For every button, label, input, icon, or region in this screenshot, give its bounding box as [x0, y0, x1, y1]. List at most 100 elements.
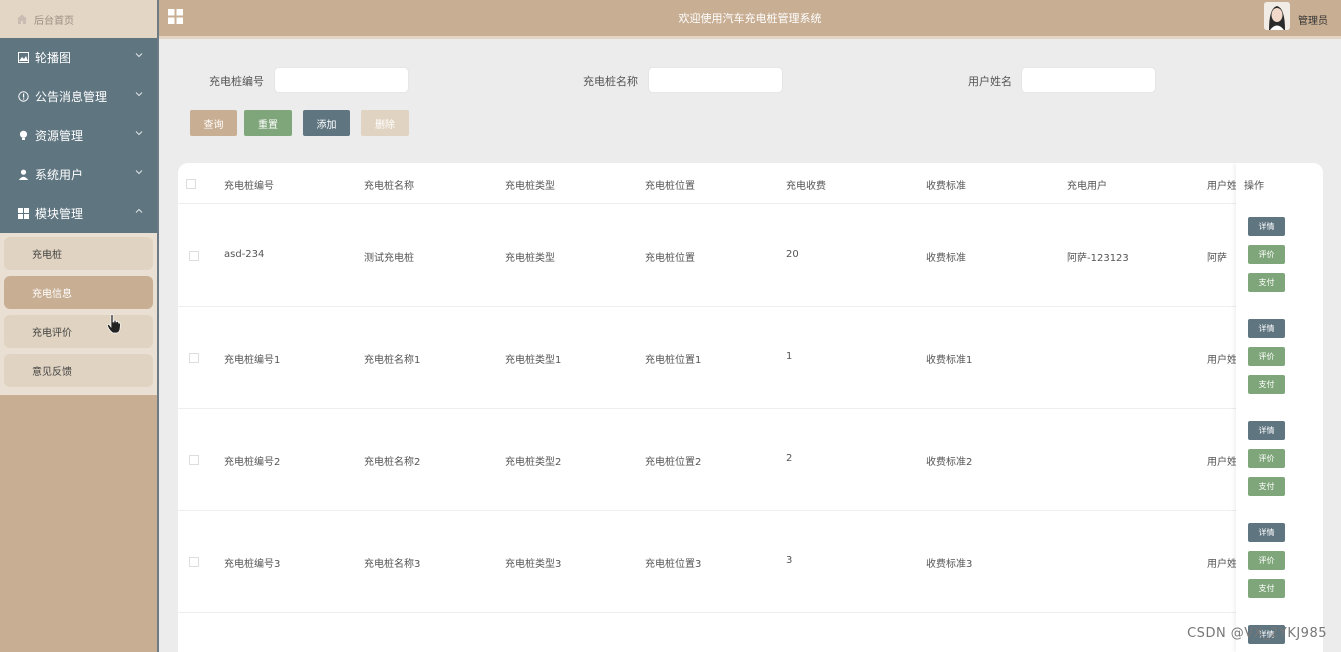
column-header: 充电桩位置 — [645, 181, 695, 192]
add-button[interactable]: 添加 — [303, 110, 350, 136]
review-button[interactable]: 评价 — [1248, 551, 1285, 570]
table-row: asd-234 测试充电桩 充电桩类型 充电桩位置 20 收费标准 阿萨-123… — [178, 204, 1323, 307]
column-header: 充电用户 — [1067, 181, 1107, 192]
cell-number: 充电桩编号1 — [224, 355, 281, 366]
cell-number: 充电桩编号2 — [224, 457, 281, 468]
query-button[interactable]: 查询 — [190, 110, 237, 136]
cell-location: 充电桩位置3 — [645, 559, 702, 570]
search-bar: 充电桩编号 充电桩名称 用户姓名 查询 重置 添加 删除 — [159, 39, 1341, 159]
detail-button[interactable]: 详情 — [1248, 319, 1285, 338]
reset-button[interactable]: 重置 — [244, 110, 292, 136]
cell-location: 充电桩位置2 — [645, 457, 702, 468]
sidebar: 后台首页 轮播图 公告消息管理 资源管理 系统用户 模块管理 充电桩 充电信息 … — [0, 0, 159, 652]
sidebar-item-system-users[interactable]: 系统用户 — [0, 155, 157, 194]
cell-user-name: 用户姓名1 — [1207, 355, 1236, 366]
row-checkbox[interactable] — [189, 251, 199, 261]
sidebar-item-resources[interactable]: 资源管理 — [0, 116, 157, 155]
cell-type: 充电桩类型1 — [505, 355, 562, 366]
row-checkbox[interactable] — [189, 455, 199, 465]
cell-number: 充电桩编号3 — [224, 559, 281, 570]
submenu-item-charging-review[interactable]: 充电评价 — [4, 315, 153, 348]
submenu-item-charging-info[interactable]: 充电信息 — [4, 276, 153, 309]
review-button[interactable]: 评价 — [1248, 347, 1285, 366]
cell-fee: 3 — [786, 555, 793, 566]
cell-name: 充电桩名称3 — [364, 559, 421, 570]
table-header: 充电桩编号 充电桩名称 充电桩类型 充电桩位置 充电收费 收费标准 充电用户 用… — [178, 163, 1323, 204]
column-header: 操作 — [1244, 181, 1264, 192]
chevron-down-icon — [135, 170, 143, 175]
cell-user-name: 用户姓名2 — [1207, 457, 1236, 468]
data-table: 充电桩编号 充电桩名称 充电桩类型 充电桩位置 充电收费 收费标准 充电用户 用… — [178, 163, 1323, 652]
sidebar-item-label: 轮播图 — [35, 51, 72, 65]
chevron-down-icon — [135, 53, 143, 58]
user-name[interactable]: 管理员 — [1298, 12, 1328, 27]
row-checkbox[interactable] — [189, 557, 199, 567]
column-header: 充电桩编号 — [224, 181, 274, 192]
review-button[interactable]: 评价 — [1248, 449, 1285, 468]
home-link[interactable]: 后台首页 — [0, 0, 157, 38]
field3-label: 用户姓名 — [968, 75, 1012, 88]
cell-user-name: 用户姓名3 — [1207, 559, 1236, 570]
header-title: 欢迎使用汽车充电桩管理系统 — [678, 12, 822, 25]
detail-button[interactable]: 详情 — [1248, 523, 1285, 542]
top-header: 欢迎使用汽车充电桩管理系统 管理员 — [159, 0, 1341, 39]
image-icon — [17, 52, 29, 64]
cell-standard: 收费标准3 — [926, 559, 973, 570]
sidebar-item-carousel[interactable]: 轮播图 — [0, 38, 157, 77]
row-checkbox[interactable] — [189, 353, 199, 363]
detail-button[interactable]: 详情 — [1248, 217, 1285, 236]
sidebar-item-modules[interactable]: 模块管理 — [0, 194, 157, 233]
cell-standard: 收费标准1 — [926, 355, 973, 366]
pay-button[interactable]: 支付 — [1248, 579, 1285, 598]
avatar[interactable] — [1264, 2, 1290, 30]
home-label: 后台首页 — [34, 15, 74, 27]
sidebar-item-label: 系统用户 — [35, 168, 84, 182]
cell-name: 充电桩名称1 — [364, 355, 421, 366]
cell-number: asd-234 — [224, 249, 265, 260]
delete-button[interactable]: 删除 — [361, 110, 409, 136]
grid-icon — [17, 208, 29, 220]
cell-name: 充电桩名称2 — [364, 457, 421, 468]
cell-user-name: 阿萨 — [1207, 253, 1227, 264]
sidebar-item-label: 资源管理 — [35, 129, 84, 143]
cell-type: 充电桩类型3 — [505, 559, 562, 570]
select-all-checkbox[interactable] — [186, 179, 196, 189]
field1-label: 充电桩编号 — [209, 75, 264, 88]
column-header: 充电收费 — [786, 181, 826, 192]
pile-name-input[interactable] — [648, 67, 783, 93]
detail-button[interactable]: 详情 — [1248, 421, 1285, 440]
table-row: 充电桩编号2 充电桩名称2 充电桩类型2 充电桩位置2 2 收费标准2 用户姓名… — [178, 408, 1323, 511]
module-submenu: 充电桩 充电信息 充电评价 意见反馈 — [0, 233, 157, 395]
submenu-item-charging-pile[interactable]: 充电桩 — [4, 237, 153, 270]
chevron-up-icon — [135, 208, 143, 213]
cell-name: 测试充电桩 — [364, 253, 414, 264]
cell-type: 充电桩类型 — [505, 253, 555, 264]
pay-button[interactable]: 支付 — [1248, 375, 1285, 394]
cell-location: 充电桩位置 — [645, 253, 695, 264]
sidebar-item-announcement[interactable]: 公告消息管理 — [0, 77, 157, 116]
home-icon — [17, 14, 27, 24]
cell-user: 阿萨-123123 — [1067, 253, 1129, 264]
info-icon — [17, 91, 29, 103]
table-row: 充电桩编号3 充电桩名称3 充电桩类型3 充电桩位置3 3 收费标准3 用户姓名… — [178, 510, 1323, 613]
cell-fee: 1 — [786, 351, 793, 362]
sidebar-item-label: 模块管理 — [35, 207, 84, 221]
cell-fee: 20 — [786, 249, 799, 260]
cell-standard: 收费标准2 — [926, 457, 973, 468]
column-header: 充电桩名称 — [364, 181, 414, 192]
table-row: 充电桩编号1 充电桩名称1 充电桩类型1 充电桩位置1 1 收费标准1 用户姓名… — [178, 306, 1323, 409]
submenu-item-feedback[interactable]: 意见反馈 — [4, 354, 153, 387]
chevron-down-icon — [135, 131, 143, 136]
chevron-down-icon — [135, 92, 143, 97]
pay-button[interactable]: 支付 — [1248, 477, 1285, 496]
operations-column: 操作 详情 评价 支付 详情 评价 支付 详情 评价 支付 详情 评价 支付 详… — [1236, 163, 1323, 652]
column-header: 收费标准 — [926, 181, 966, 192]
user-name-input[interactable] — [1021, 67, 1156, 93]
hand-cursor-icon — [106, 314, 121, 334]
cell-fee: 2 — [786, 453, 793, 464]
cell-location: 充电桩位置1 — [645, 355, 702, 366]
pile-number-input[interactable] — [274, 67, 409, 93]
review-button[interactable]: 评价 — [1248, 245, 1285, 264]
column-header: 充电桩类型 — [505, 181, 555, 192]
pay-button[interactable]: 支付 — [1248, 273, 1285, 292]
